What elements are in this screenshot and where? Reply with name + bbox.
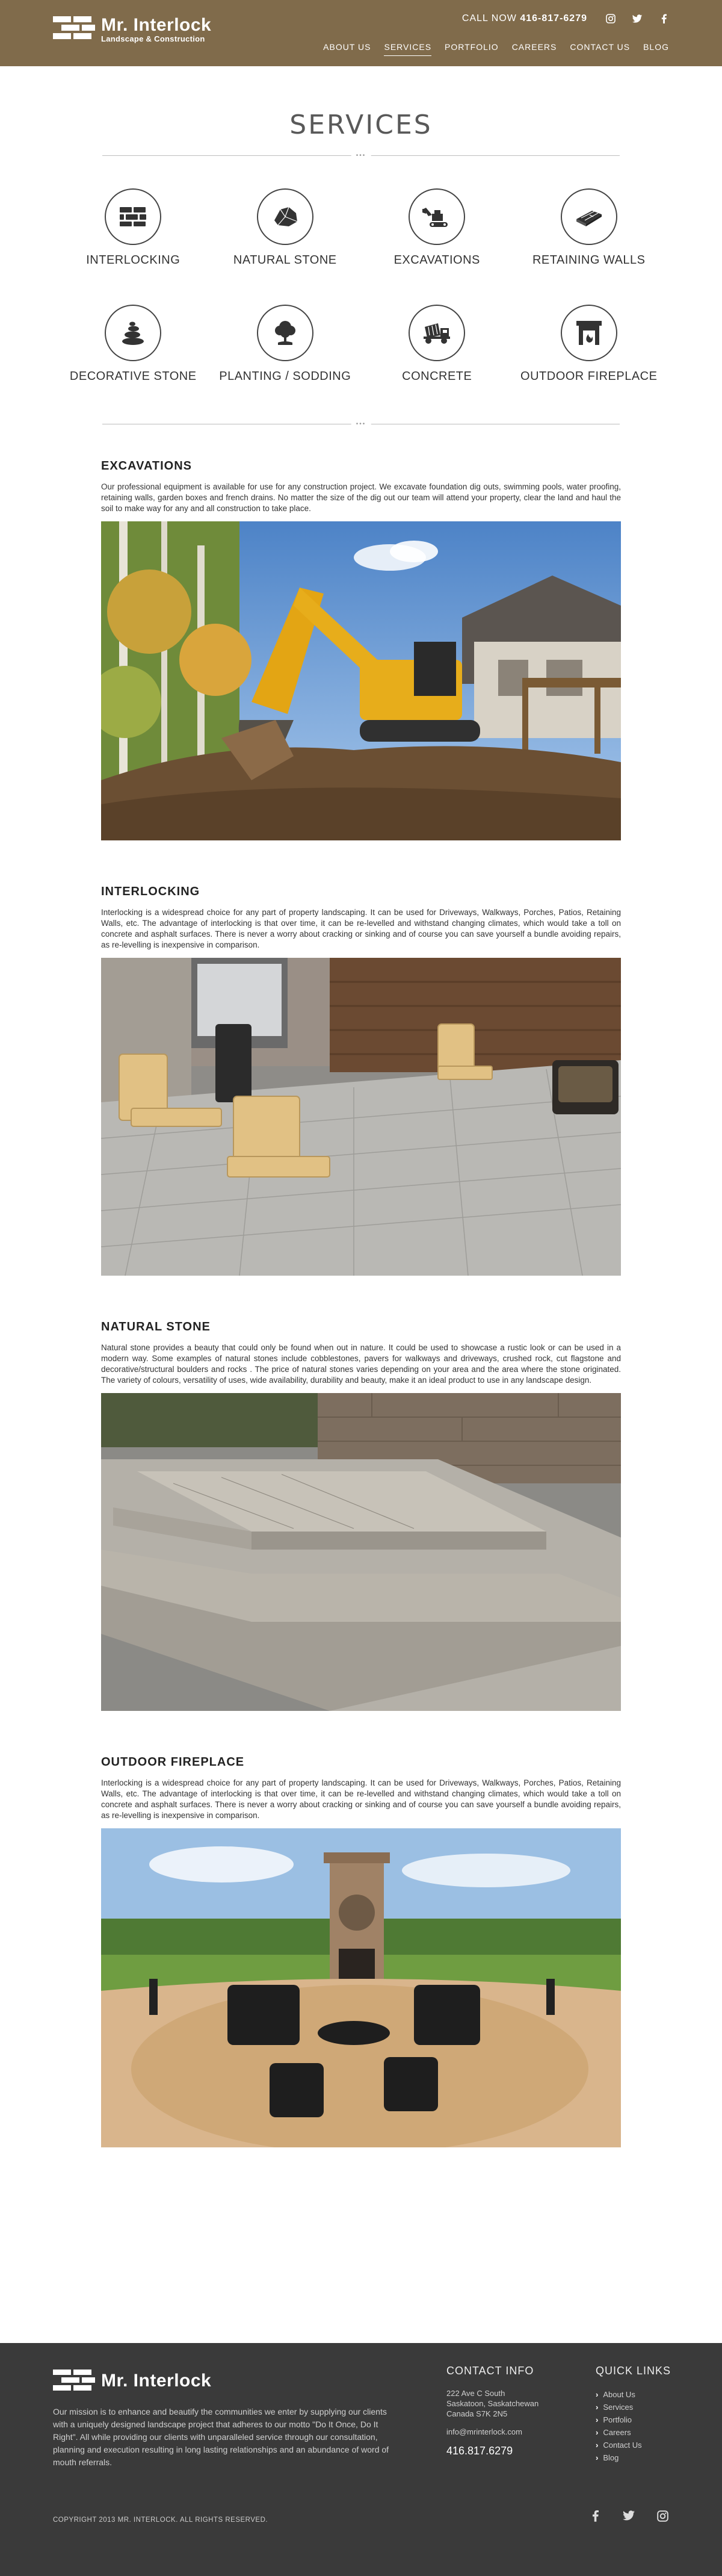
footer-logo[interactable]: Mr. Interlock <box>53 2370 211 2392</box>
contact-address: 222 Ave C South Saskatoon, Saskatchewan … <box>446 2388 567 2419</box>
cement-mixer-icon <box>409 305 466 361</box>
footer-link-portfolio[interactable]: Portfolio <box>596 2413 671 2426</box>
footer-link-contact-us[interactable]: Contact Us <box>596 2439 671 2451</box>
call-number: 416-817-6279 <box>520 13 587 23</box>
facebook-icon[interactable] <box>658 13 669 24</box>
services-grid: INTERLOCKING NATURAL STONE EXCAVATIONS R… <box>57 188 665 383</box>
call-now[interactable]: CALL NOW 416-817-6279 <box>462 13 587 24</box>
divider: ••• <box>102 152 620 160</box>
logo-name: Mr. Interlock <box>101 15 212 35</box>
copyright: COPYRIGHT 2013 MR. INTERLOCK. ALL RIGHTS… <box>53 2516 268 2524</box>
excavator-icon <box>409 188 466 245</box>
contact-phone[interactable]: 416.817.6279 <box>446 2445 567 2457</box>
natural-stone-steps-photo <box>101 1393 621 1711</box>
interlocking-patio-photo <box>101 958 621 1276</box>
page-title: SERVICES <box>289 110 433 140</box>
footer-logo-name: Mr. Interlock <box>101 2371 212 2391</box>
section-title: NATURAL STONE <box>101 1320 211 1333</box>
outdoor-fireplace-photo <box>101 1828 621 2147</box>
address-line: Saskatoon, Saskatchewan <box>446 2399 539 2408</box>
nav-careers[interactable]: CAREERS <box>512 42 557 56</box>
contact-email[interactable]: info@mrinterlock.com <box>446 2427 567 2436</box>
footer-mission: Our mission is to enhance and beautify t… <box>53 2407 389 2467</box>
footer-contact: CONTACT INFO 222 Ave C South Saskatoon, … <box>446 2365 567 2457</box>
site-footer: Mr. Interlock Our mission is to enhance … <box>0 2343 722 2576</box>
section-title: OUTDOOR FIREPLACE <box>101 1755 245 1769</box>
tree-icon <box>256 305 313 361</box>
section-text: Interlocking is a widespread choice for … <box>101 1778 621 1820</box>
stacked-stones-icon <box>105 305 162 361</box>
instagram-icon[interactable] <box>605 13 616 24</box>
service-label: OUTDOOR FIREPLACE <box>520 370 658 383</box>
nav-contact-us[interactable]: CONTACT US <box>570 42 630 56</box>
section-text: Our professional equipment is available … <box>101 482 621 513</box>
facebook-icon[interactable] <box>588 2509 602 2522</box>
section-text: Interlocking is a widespread choice for … <box>101 908 621 949</box>
service-retaining-walls[interactable]: RETAINING WALLS <box>513 188 665 267</box>
nav-portfolio[interactable]: PORTFOLIO <box>445 42 499 56</box>
twitter-icon[interactable] <box>632 13 643 24</box>
footer-link-services[interactable]: Services <box>596 2401 671 2413</box>
bricks-icon <box>105 188 162 245</box>
logo-bricks-icon <box>53 16 96 43</box>
footer-quick-links: QUICK LINKS About Us Services Portfolio … <box>596 2365 671 2464</box>
service-interlocking[interactable]: INTERLOCKING <box>57 188 209 267</box>
contact-heading: CONTACT INFO <box>446 2365 534 2377</box>
instagram-icon[interactable] <box>656 2509 669 2522</box>
nav-blog[interactable]: BLOG <box>643 42 669 56</box>
service-label: PLANTING / SODDING <box>219 370 351 383</box>
nav-about-us[interactable]: ABOUT US <box>323 42 371 56</box>
nav-services[interactable]: SERVICES <box>384 42 432 56</box>
stone-icon <box>256 188 313 245</box>
excavator-photo <box>101 521 621 840</box>
service-concrete[interactable]: CONCRETE <box>361 305 513 383</box>
footer-social <box>588 2509 669 2522</box>
fireplace-icon <box>560 305 617 361</box>
section-outdoor-fireplace: OUTDOOR FIREPLACE Interlocking is a wide… <box>101 1755 621 2147</box>
twitter-icon[interactable] <box>622 2509 635 2522</box>
logo[interactable]: Mr. Interlock Landscape & Construction <box>53 16 211 43</box>
main-nav: ABOUT US SERVICES PORTFOLIO CAREERS CONT… <box>323 42 669 56</box>
service-label: RETAINING WALLS <box>532 253 646 267</box>
wall-block-icon <box>560 188 617 245</box>
section-title: INTERLOCKING <box>101 885 200 898</box>
section-excavations: EXCAVATIONS Our professional equipment i… <box>101 459 621 840</box>
service-decorative-stone[interactable]: DECORATIVE STONE <box>57 305 209 383</box>
service-label: INTERLOCKING <box>86 253 180 267</box>
footer-link-careers[interactable]: Careers <box>596 2426 671 2439</box>
address-line: Canada S7K 2N5 <box>446 2409 508 2418</box>
service-label: EXCAVATIONS <box>393 253 480 267</box>
footer-link-blog[interactable]: Blog <box>596 2451 671 2464</box>
address-line: 222 Ave C South <box>446 2389 505 2398</box>
service-natural-stone[interactable]: NATURAL STONE <box>209 188 362 267</box>
service-planting-sodding[interactable]: PLANTING / SODDING <box>209 305 362 383</box>
service-label: NATURAL STONE <box>233 253 337 267</box>
quick-links-heading: QUICK LINKS <box>596 2365 671 2377</box>
call-label: CALL NOW <box>461 13 517 23</box>
divider-dots: ••• <box>351 421 371 428</box>
section-text: Natural stone provides a beauty that cou… <box>101 1343 621 1385</box>
site-header: Mr. Interlock Landscape & Construction C… <box>0 0 722 66</box>
service-label: DECORATIVE STONE <box>69 370 197 383</box>
logo-tagline: Landscape & Construction <box>101 34 205 43</box>
service-outdoor-fireplace[interactable]: OUTDOOR FIREPLACE <box>513 305 665 383</box>
service-label: CONCRETE <box>402 370 472 383</box>
section-interlocking: INTERLOCKING Interlocking is a widesprea… <box>101 885 621 1276</box>
logo-bricks-icon <box>53 2370 96 2392</box>
footer-link-about-us[interactable]: About Us <box>596 2388 671 2401</box>
section-natural-stone: NATURAL STONE Natural stone provides a b… <box>101 1320 621 1711</box>
section-title: EXCAVATIONS <box>101 459 193 473</box>
divider-dots: ••• <box>351 152 371 160</box>
divider: ••• <box>102 421 620 428</box>
service-excavations[interactable]: EXCAVATIONS <box>361 188 513 267</box>
